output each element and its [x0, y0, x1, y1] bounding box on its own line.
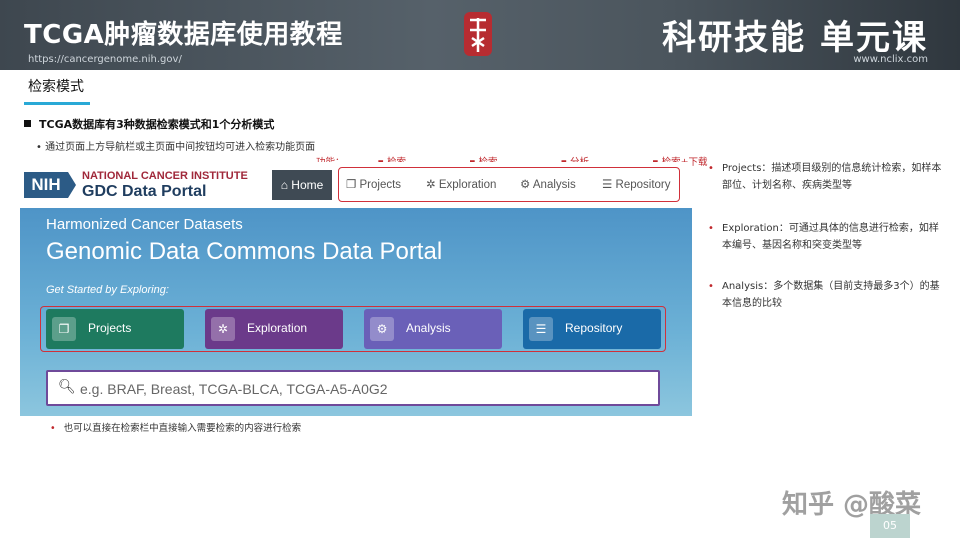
repository-card-button[interactable]: ☰ Repository — [523, 309, 661, 349]
analysis-card-button[interactable]: ⚙ Analysis — [364, 309, 502, 349]
nav-analysis[interactable]: ⚙ Analysis — [520, 170, 576, 200]
analysis-icon: ⚙ — [520, 179, 533, 191]
get-started-label: Get Started by Exploring: — [46, 284, 169, 296]
red-bullet-icon: • — [708, 281, 714, 292]
red-bullet-icon: • — [50, 423, 56, 434]
sub-bullet: • 通过页面上方导航栏或主页面中间按钮均可进入检索功能页面 — [36, 142, 316, 153]
exploration-card-button[interactable]: ✲ Exploration — [205, 309, 343, 349]
database-icon: ☰ — [529, 317, 553, 341]
exploration-icon: ✲ — [426, 179, 439, 191]
gdc-screenshot: NIH NATIONAL CANCER INSTITUTE GDC Data P… — [20, 162, 692, 416]
nih-logo-arrow — [68, 172, 76, 198]
red-bullet-icon: • — [708, 163, 714, 174]
nav-repository[interactable]: ☰ Repository — [602, 170, 670, 200]
exploration-icon: ✲ — [211, 317, 235, 341]
analysis-icon: ⚙ — [370, 317, 394, 341]
search-note: • 也可以直接在检索栏中直接输入需要检索的内容进行检索 — [50, 423, 302, 434]
sub-bullet-text: 通过页面上方导航栏或主页面中间按钮均可进入检索功能页面 — [45, 142, 316, 153]
page-title: TCGA肿瘤数据库使用教程 — [24, 20, 343, 50]
main-bullet: TCGA数据库有3种数据检索模式和1个分析模式 — [24, 116, 274, 132]
site-url: www.nclix.com — [853, 54, 928, 65]
course-title: 科研技能 单元课 — [662, 18, 928, 58]
portal-name: GDC Data Portal — [82, 183, 207, 200]
header-banner: TCGA肿瘤数据库使用教程 https://cancergenome.nih.g… — [0, 0, 960, 70]
seal-logo — [464, 12, 492, 56]
database-icon: ☰ — [602, 179, 616, 191]
note-exploration: • Exploration：可通过具体的信息进行检索，如样本编号、基因名称和突变类… — [708, 220, 948, 254]
home-icon: ⌂ — [280, 178, 292, 192]
gdc-navbar: NIH NATIONAL CANCER INSTITUTE GDC Data P… — [20, 162, 692, 208]
institute-name: NATIONAL CANCER INSTITUTE — [82, 170, 248, 182]
search-placeholder: e.g. BRAF, Breast, TCGA-BLCA, TCGA-A5-A0… — [80, 381, 388, 397]
hero-title: Genomic Data Commons Data Portal — [46, 238, 443, 265]
projects-icon: ❐ — [346, 179, 360, 191]
note-analysis: • Analysis：多个数据集（目前支持最多3个）的基本信息的比较 — [708, 278, 948, 312]
nih-logo: NIH — [24, 172, 68, 198]
search-input[interactable]: 🔍︎ e.g. BRAF, Breast, TCGA-BLCA, TCGA-A5… — [46, 370, 660, 406]
gdc-hero: Harmonized Cancer Datasets Genomic Data … — [20, 208, 692, 416]
red-bullet-icon: • — [708, 223, 714, 234]
nav-exploration[interactable]: ✲ Exploration — [426, 170, 496, 200]
search-icon: 🔍︎ — [58, 379, 76, 395]
source-url: https://cancergenome.nih.gov/ — [28, 54, 182, 65]
nav-home[interactable]: ⌂ Home — [272, 170, 332, 200]
hero-subtitle: Harmonized Cancer Datasets — [46, 216, 243, 233]
nav-projects[interactable]: ❐ Projects — [346, 170, 401, 200]
note-projects: • Projects：描述项目级别的信息统计检索，如样本部位、计划名称、疾病类型等 — [708, 160, 948, 194]
page-number: 05 — [870, 514, 910, 538]
main-bullet-text: TCGA数据库有3种数据检索模式和1个分析模式 — [39, 118, 275, 131]
square-bullet-icon — [24, 120, 31, 127]
projects-card-button[interactable]: ❐ Projects — [46, 309, 184, 349]
section-tab[interactable]: 检索模式 — [24, 74, 90, 105]
projects-icon: ❐ — [52, 317, 76, 341]
